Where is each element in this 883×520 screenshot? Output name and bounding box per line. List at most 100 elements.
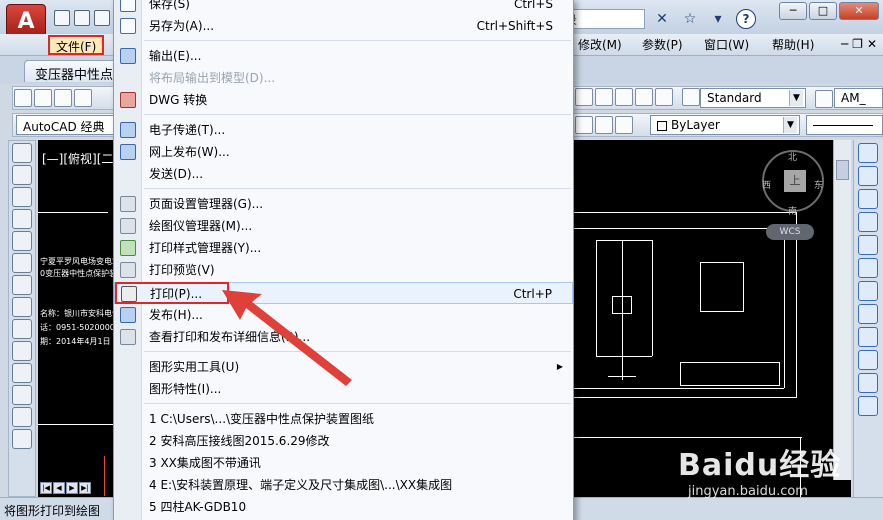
circle-icon[interactable]: [12, 275, 32, 295]
menu-item-save-as[interactable]: 另存为(A)... Ctrl+Shift+S: [114, 15, 573, 37]
menu-file[interactable]: 文件(F): [48, 35, 105, 55]
workspace-select[interactable]: AutoCAD 经典: [16, 115, 116, 135]
menu-item-publish[interactable]: 发布(H)...: [114, 304, 573, 326]
break-icon[interactable]: [858, 396, 878, 416]
menu-item-plot-details[interactable]: 查看打印和发布详细信息(B)...: [114, 326, 573, 348]
menu-item-send[interactable]: 发送(D)...: [114, 163, 573, 185]
vertical-scrollbar[interactable]: [833, 140, 851, 480]
menu-parameters[interactable]: 参数(P): [638, 35, 687, 55]
menu-item-drawing-properties[interactable]: 图形特性(I)...: [114, 378, 573, 400]
plot-tool-icon[interactable]: [74, 89, 92, 107]
menu-item-page-setup[interactable]: 页面设置管理器(G)...: [114, 193, 573, 215]
exchange-icon[interactable]: ✕: [652, 9, 672, 29]
menu-item-plotter-manager[interactable]: 绘图仪管理器(M)...: [114, 215, 573, 237]
ellipse-arc-icon[interactable]: [12, 363, 32, 383]
erase-icon[interactable]: [858, 143, 878, 163]
last-layout-icon[interactable]: ▶|: [79, 482, 91, 494]
ellipse-icon[interactable]: [12, 341, 32, 361]
scale-icon[interactable]: [858, 304, 878, 324]
save-tool-icon[interactable]: [54, 89, 72, 107]
first-layout-icon[interactable]: |◀: [40, 482, 52, 494]
menu-item-drawing-utilities[interactable]: 图形实用工具(U) ▶: [114, 356, 573, 378]
menu-separator: [144, 351, 571, 352]
menu-item-etransmit[interactable]: 电子传递(T)...: [114, 119, 573, 141]
linetype-select[interactable]: [806, 115, 883, 135]
polyline-icon[interactable]: [12, 187, 32, 207]
menu-item-plot-style-manager[interactable]: 打印样式管理器(Y)...: [114, 237, 573, 259]
polygon-icon[interactable]: [12, 209, 32, 229]
doc-close-icon[interactable]: ✕: [867, 37, 877, 51]
menu-modify[interactable]: 修改(M): [574, 35, 626, 55]
recent-file-2[interactable]: 2 安科高压接线图2015.6.29修改: [114, 430, 573, 452]
menu-item-label: 查看打印和发布详细信息(B)...: [149, 330, 311, 344]
recent-file-3[interactable]: 3 XX集成图不带通讯: [114, 452, 573, 474]
insert-block-icon[interactable]: [12, 385, 32, 405]
recent-file-5[interactable]: 5 四柱AK-GDB10: [114, 496, 573, 518]
layer-previous-icon[interactable]: [595, 116, 613, 134]
dim-style-icon[interactable]: [815, 90, 833, 108]
viewcube-west[interactable]: 西: [762, 178, 771, 191]
open-file-icon[interactable]: [74, 10, 90, 26]
sheet-set-icon[interactable]: [595, 88, 613, 106]
spline-icon[interactable]: [12, 319, 32, 339]
wcs-menu-button[interactable]: WCS: [766, 224, 814, 240]
offset-icon[interactable]: [858, 212, 878, 232]
menu-window[interactable]: 窗口(W): [700, 35, 753, 55]
menu-item-export[interactable]: 输出(E)...: [114, 45, 573, 67]
menu-help[interactable]: 帮助(H): [768, 35, 818, 55]
trim-icon[interactable]: [858, 350, 878, 370]
minimize-button[interactable]: ─: [779, 2, 807, 20]
menu-item-save[interactable]: 保存(S) Ctrl+S: [114, 0, 573, 15]
stretch-icon[interactable]: [858, 327, 878, 347]
make-block-icon[interactable]: [12, 407, 32, 427]
array-icon[interactable]: [858, 235, 878, 255]
viewcube-east[interactable]: 东: [814, 178, 823, 191]
rotate-icon[interactable]: [858, 281, 878, 301]
menu-item-plot-preview[interactable]: 打印预览(V): [114, 259, 573, 281]
favorites-icon[interactable]: ☆: [680, 9, 700, 29]
menu-item-dwg-convert[interactable]: DWG 转换: [114, 89, 573, 111]
layer-states-icon[interactable]: [615, 116, 633, 134]
text-style-icon[interactable]: [682, 88, 700, 106]
menu-item-shortcut: Ctrl+Shift+S: [476, 19, 553, 33]
dim-style-select[interactable]: AM_: [834, 88, 883, 108]
extend-icon[interactable]: [858, 373, 878, 393]
markup-icon[interactable]: [615, 88, 633, 106]
recent-file-4[interactable]: 4 E:\安科装置原理、端子定义及尺寸集成图\...\XX集成图: [114, 474, 573, 496]
viewcube-north[interactable]: 北: [788, 150, 797, 163]
doc-restore-icon[interactable]: ❐: [852, 37, 863, 51]
color-control-select[interactable]: ByLayer ▼: [650, 115, 800, 135]
document-tab[interactable]: 变压器中性点: [24, 60, 118, 82]
prev-layout-icon[interactable]: ◀: [53, 482, 65, 494]
copy-icon[interactable]: [858, 166, 878, 186]
plot-preview-icon: [120, 262, 136, 278]
text-style-select[interactable]: Standard ▼: [700, 88, 806, 108]
viewcube-top-face[interactable]: 上: [784, 170, 806, 192]
construction-line-icon[interactable]: [12, 165, 32, 185]
chevron-down-icon[interactable]: ▾: [708, 9, 728, 29]
help-icon[interactable]: ?: [736, 9, 756, 29]
scrollbar-thumb[interactable]: [836, 160, 849, 180]
menu-item-publish-web[interactable]: 网上发布(W)...: [114, 141, 573, 163]
quickcalc-icon[interactable]: [635, 88, 653, 106]
line-icon[interactable]: [12, 143, 32, 163]
arc-icon[interactable]: [12, 253, 32, 273]
point-icon[interactable]: [12, 429, 32, 449]
next-layout-icon[interactable]: ▶: [66, 482, 78, 494]
revcloud-icon[interactable]: [12, 297, 32, 317]
rectangle-icon[interactable]: [12, 231, 32, 251]
help-tool-icon[interactable]: [655, 88, 673, 106]
new-file-icon[interactable]: [54, 10, 70, 26]
mirror-icon[interactable]: [858, 189, 878, 209]
open-icon[interactable]: [34, 89, 52, 107]
close-button[interactable]: ✕: [839, 2, 879, 20]
doc-minimize-icon[interactable]: ─: [841, 37, 848, 51]
viewcube-south[interactable]: 南: [788, 204, 797, 217]
move-icon[interactable]: [858, 258, 878, 278]
match-layer-icon[interactable]: [575, 116, 593, 134]
save-icon[interactable]: [94, 10, 110, 26]
new-icon[interactable]: [14, 89, 32, 107]
recent-file-1[interactable]: 1 C:\Users\...\变压器中性点保护装置图纸: [114, 408, 573, 430]
calculator-icon[interactable]: [575, 88, 593, 106]
maximize-button[interactable]: □: [809, 2, 837, 20]
